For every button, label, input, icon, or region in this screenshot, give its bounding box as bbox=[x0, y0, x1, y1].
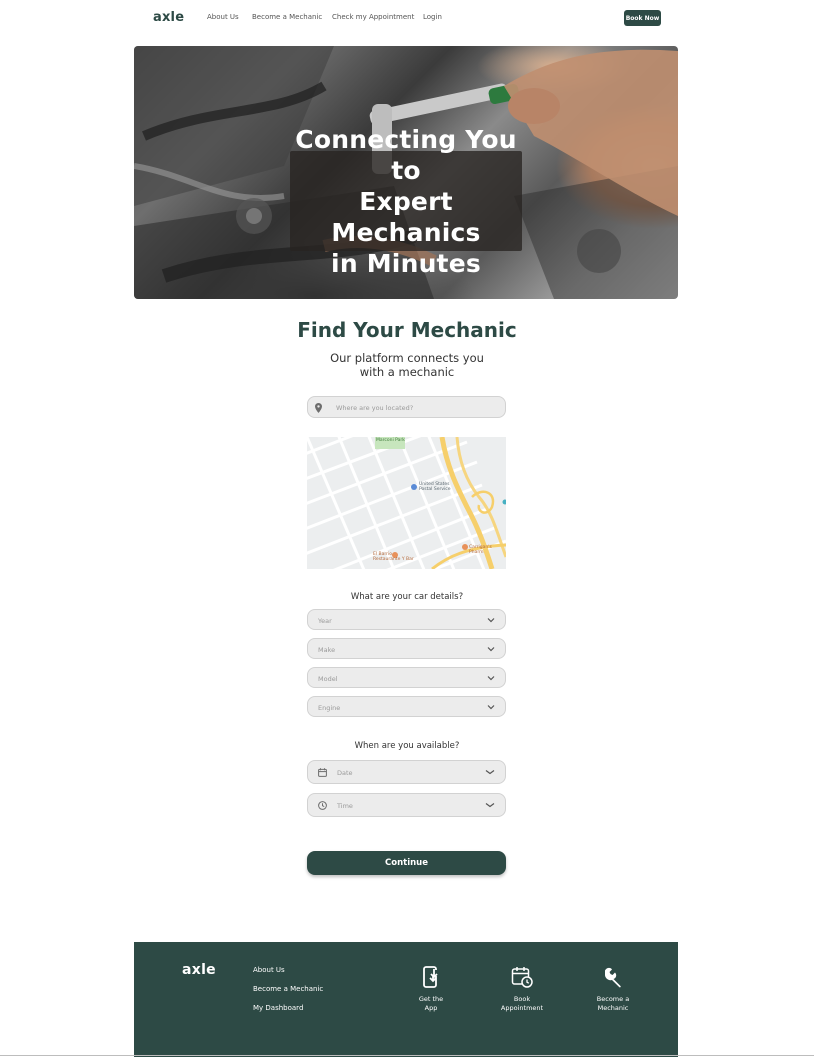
page-bottom-divider bbox=[0, 1055, 814, 1056]
car-details-question: What are your car details? bbox=[350, 592, 464, 602]
make-select[interactable]: Make bbox=[307, 638, 506, 659]
date-picker[interactable]: Date bbox=[307, 760, 506, 784]
logo[interactable]: axle bbox=[153, 10, 184, 25]
map-label-store: Carrigan's Pharm bbox=[469, 545, 492, 555]
wrench-icon bbox=[605, 967, 621, 988]
nav-become-mechanic[interactable]: Become a Mechanic bbox=[252, 13, 322, 21]
location-pin-icon bbox=[315, 403, 322, 413]
book-now-button[interactable]: Book Now bbox=[624, 10, 661, 26]
model-placeholder: Model bbox=[318, 675, 338, 683]
hero-title-line1: Connecting You to bbox=[295, 124, 517, 185]
phone-download-icon bbox=[423, 966, 438, 988]
footer-become-line1: Become a bbox=[596, 995, 630, 1003]
map-label-postal-line2: Postal Service bbox=[419, 487, 451, 492]
chevron-down-icon bbox=[487, 617, 495, 622]
chevron-down-icon bbox=[487, 646, 495, 651]
footer-link-become-mechanic[interactable]: Become a Mechanic bbox=[253, 985, 323, 993]
footer-link-dashboard[interactable]: My Dashboard bbox=[253, 1004, 303, 1012]
chevron-down-icon bbox=[487, 704, 495, 709]
footer-get-app-line2: App bbox=[424, 1004, 438, 1012]
date-placeholder: Date bbox=[337, 769, 353, 777]
footer-book-appointment-label: Book Appointment bbox=[492, 995, 552, 1013]
footer-link-about-us[interactable]: About Us bbox=[253, 966, 285, 974]
footer-get-app[interactable]: Get the App bbox=[401, 966, 461, 1013]
location-input[interactable]: Where are you located? bbox=[307, 396, 506, 418]
calendar-icon bbox=[318, 768, 327, 777]
map-label-restaurant-line2: Restaurante Y Bar bbox=[373, 557, 414, 562]
footer-book-line2: Appointment bbox=[500, 1004, 544, 1012]
hero-image: Connecting You to Expert Mechanics in Mi… bbox=[134, 46, 678, 299]
time-placeholder: Time bbox=[337, 802, 353, 810]
hero-title: Connecting You to Expert Mechanics in Mi… bbox=[290, 124, 522, 279]
top-nav: axle About Us Become a Mechanic Check my… bbox=[0, 0, 814, 36]
engine-placeholder: Engine bbox=[318, 704, 341, 712]
nav-about-us[interactable]: About Us bbox=[207, 13, 239, 21]
hero-title-box: Connecting You to Expert Mechanics in Mi… bbox=[290, 125, 522, 278]
continue-button[interactable]: Continue bbox=[307, 851, 506, 875]
footer-become-mechanic-label: Become a Mechanic bbox=[583, 995, 643, 1013]
engine-select[interactable]: Engine bbox=[307, 696, 506, 717]
footer-become-line2: Mechanic bbox=[597, 1004, 629, 1012]
clock-icon bbox=[318, 801, 327, 810]
chevron-down-icon bbox=[485, 803, 495, 808]
time-picker[interactable]: Time bbox=[307, 793, 506, 817]
year-select[interactable]: Year bbox=[307, 609, 506, 630]
hero-title-line3: in Minutes bbox=[331, 248, 481, 278]
model-select[interactable]: Model bbox=[307, 667, 506, 688]
location-map[interactable]: Marconi Park United States Postal Servic… bbox=[307, 437, 506, 569]
year-placeholder: Year bbox=[318, 617, 332, 625]
find-mechanic-subtitle: Our platform connects you with a mechani… bbox=[330, 351, 484, 379]
location-placeholder: Where are you located? bbox=[336, 404, 414, 412]
chevron-down-icon bbox=[485, 770, 495, 775]
footer-get-app-label: Get the App bbox=[401, 995, 461, 1013]
availability-question: When are you available? bbox=[354, 741, 460, 751]
footer-become-mechanic[interactable]: Become a Mechanic bbox=[583, 966, 643, 1013]
chevron-down-icon bbox=[487, 675, 495, 680]
hero-title-line2: Expert Mechanics bbox=[331, 186, 481, 247]
nav-check-appointment[interactable]: Check my Appointment bbox=[332, 13, 414, 21]
footer: axle About Us Become a Mechanic My Dashb… bbox=[134, 942, 678, 1057]
footer-get-app-line1: Get the bbox=[418, 995, 444, 1003]
calendar-clock-icon bbox=[511, 967, 533, 988]
map-label-park: Marconi Park bbox=[376, 438, 405, 443]
map-label-restaurant: El Barrio Restaurante Y Bar bbox=[373, 552, 414, 562]
find-mechanic-title: Find Your Mechanic bbox=[297, 318, 517, 342]
footer-book-appointment[interactable]: Book Appointment bbox=[492, 966, 552, 1013]
make-placeholder: Make bbox=[318, 646, 336, 654]
map-label-postal: United States Postal Service bbox=[419, 482, 451, 492]
footer-book-line1: Book bbox=[513, 995, 531, 1003]
footer-logo[interactable]: axle bbox=[182, 962, 216, 978]
nav-login[interactable]: Login bbox=[423, 13, 442, 21]
